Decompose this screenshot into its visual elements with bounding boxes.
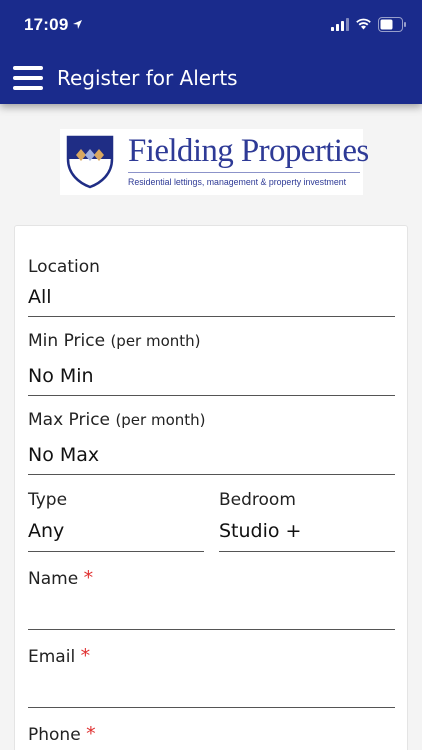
max-price-select[interactable]: Max Price (per month) No Max (15, 406, 409, 478)
name-underline (28, 629, 395, 630)
status-time: 17:09 (24, 15, 69, 34)
brand-tagline: Residential lettings, management & prope… (128, 177, 347, 187)
hamburger-menu-icon[interactable] (13, 66, 43, 90)
status-bar: 17:09 (0, 0, 422, 52)
email-label: Email * (28, 645, 91, 667)
max-price-underline (28, 474, 395, 475)
location-underline (28, 316, 395, 317)
bedroom-select[interactable]: Bedroom Studio + (205, 484, 409, 554)
type-value: Any (28, 520, 65, 542)
phone-required-marker: * (86, 723, 96, 745)
email-required-marker: * (80, 645, 91, 667)
type-label: Type (28, 490, 68, 510)
phone-label: Phone * (28, 723, 96, 745)
max-price-label: Max Price (per month) (28, 410, 206, 430)
name-field[interactable]: Name * (15, 562, 409, 634)
min-price-select[interactable]: Min Price (per month) No Min (15, 326, 409, 398)
battery-icon (378, 17, 406, 32)
email-underline (28, 707, 395, 708)
min-price-value: No Min (28, 365, 94, 387)
min-price-underline (28, 395, 395, 396)
type-select[interactable]: Type Any (15, 484, 207, 554)
max-price-sub: (per month) (115, 411, 206, 429)
min-price-label: Min Price (per month) (28, 331, 201, 351)
bedroom-value: Studio + (219, 520, 302, 542)
alert-form: Location All Min Price (per month) No Mi… (14, 225, 408, 750)
app-header: 17:09 Register for Alerts (0, 0, 422, 104)
min-price-sub: (per month) (110, 332, 201, 350)
location-value: All (28, 286, 52, 308)
location-select[interactable]: Location All (15, 226, 409, 318)
name-required-marker: * (83, 567, 94, 589)
brand-name: Fielding Properties (128, 133, 369, 169)
page-title: Register for Alerts (57, 66, 238, 90)
phone-field[interactable]: Phone * (15, 718, 409, 750)
nav-bar: Register for Alerts (0, 52, 422, 104)
max-price-value: No Max (28, 444, 100, 466)
shield-crest-icon (66, 135, 114, 189)
type-underline (28, 551, 204, 552)
cellular-signal-icon (331, 18, 349, 31)
location-label: Location (28, 257, 100, 277)
bedroom-underline (219, 551, 395, 552)
brand-divider (128, 172, 360, 173)
location-arrow-icon (73, 20, 82, 29)
bedroom-label: Bedroom (219, 490, 296, 510)
brand-logo: Fielding Properties Residential lettings… (60, 129, 369, 195)
email-field[interactable]: Email * (15, 640, 409, 712)
wifi-icon (356, 18, 371, 30)
name-label: Name * (28, 567, 94, 589)
